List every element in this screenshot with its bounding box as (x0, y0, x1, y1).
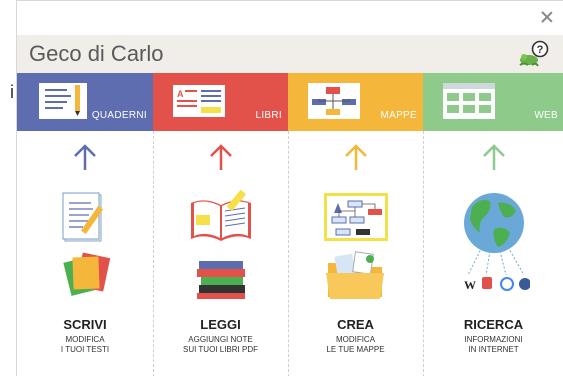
band-label-web: WEB (534, 110, 558, 121)
arrow-up-icon (482, 144, 505, 170)
feature-columns: QUADERNI SCRIVI MODIFICA I TUOI TESTI A … (17, 73, 563, 376)
band-libri[interactable]: A LIBRI (153, 73, 288, 131)
band-label-libri: LIBRI (255, 110, 282, 121)
close-icon[interactable] (540, 10, 554, 24)
action-title-scrivi[interactable]: SCRIVI (17, 317, 153, 332)
app-title: Geco di Carlo (29, 41, 164, 66)
band-mappe[interactable]: MAPPE (288, 73, 423, 131)
action-subtitle: INFORMAZIONI (464, 335, 523, 344)
action-subtitle: AGGIUNGI NOTE (188, 335, 253, 344)
action-subtitle: LE TUE MAPPE (326, 345, 385, 354)
column-mappe: MAPPE CREA MODIFICA LE TUE MAPPE (288, 73, 423, 376)
globe-search-illustration[interactable]: W (458, 189, 530, 307)
action-subtitle: SUI TUOI LIBRI PDF (183, 345, 258, 354)
action-subtitle: MODIFICA (65, 335, 105, 344)
web-icon (443, 83, 495, 119)
band-web[interactable]: WEB (423, 73, 563, 131)
book-icon: A (173, 85, 225, 117)
window-titlebar (17, 1, 563, 35)
svg-text:A: A (177, 89, 184, 99)
column-web: WEB W RICERCA INFORMAZIONI IN INTERNET (423, 73, 563, 376)
map-icon (308, 83, 360, 119)
band-label-mappe: MAPPE (380, 110, 417, 121)
app-header: Geco di Carlo ? (17, 35, 563, 73)
background-text: i (10, 82, 14, 102)
arrow-up-icon (344, 144, 367, 170)
app-window: Geco di Carlo ? QUADERNI SCRIVI MODIFICA… (16, 0, 563, 376)
action-subtitle: MODIFICA (335, 335, 376, 344)
background-window-edge: i (0, 0, 16, 376)
gecko-help-icon[interactable]: ? (518, 39, 550, 69)
column-libri: A LIBRI LEGGI AGGIUNGI NOTE SUI TUOI LIB… (153, 73, 288, 376)
read-books-illustration[interactable] (189, 189, 253, 307)
create-maps-illustration[interactable] (323, 189, 388, 307)
svg-text:?: ? (537, 44, 544, 56)
svg-text:W: W (464, 278, 476, 292)
action-subtitle: IN INTERNET (468, 345, 519, 354)
action-title-ricerca[interactable]: RICERCA (423, 317, 563, 332)
action-title-crea[interactable]: CREA (288, 317, 423, 332)
arrow-up-icon (209, 144, 232, 170)
arrow-up-icon (74, 144, 96, 170)
action-title-leggi[interactable]: LEGGI (153, 317, 288, 332)
column-quaderni: QUADERNI SCRIVI MODIFICA I TUOI TESTI (17, 73, 153, 376)
write-notebooks-illustration[interactable] (53, 189, 117, 307)
band-quaderni[interactable]: QUADERNI (17, 73, 153, 131)
action-subtitle: I TUOI TESTI (60, 345, 110, 354)
band-label-quaderni: QUADERNI (91, 110, 147, 121)
notebook-icon (39, 83, 87, 119)
